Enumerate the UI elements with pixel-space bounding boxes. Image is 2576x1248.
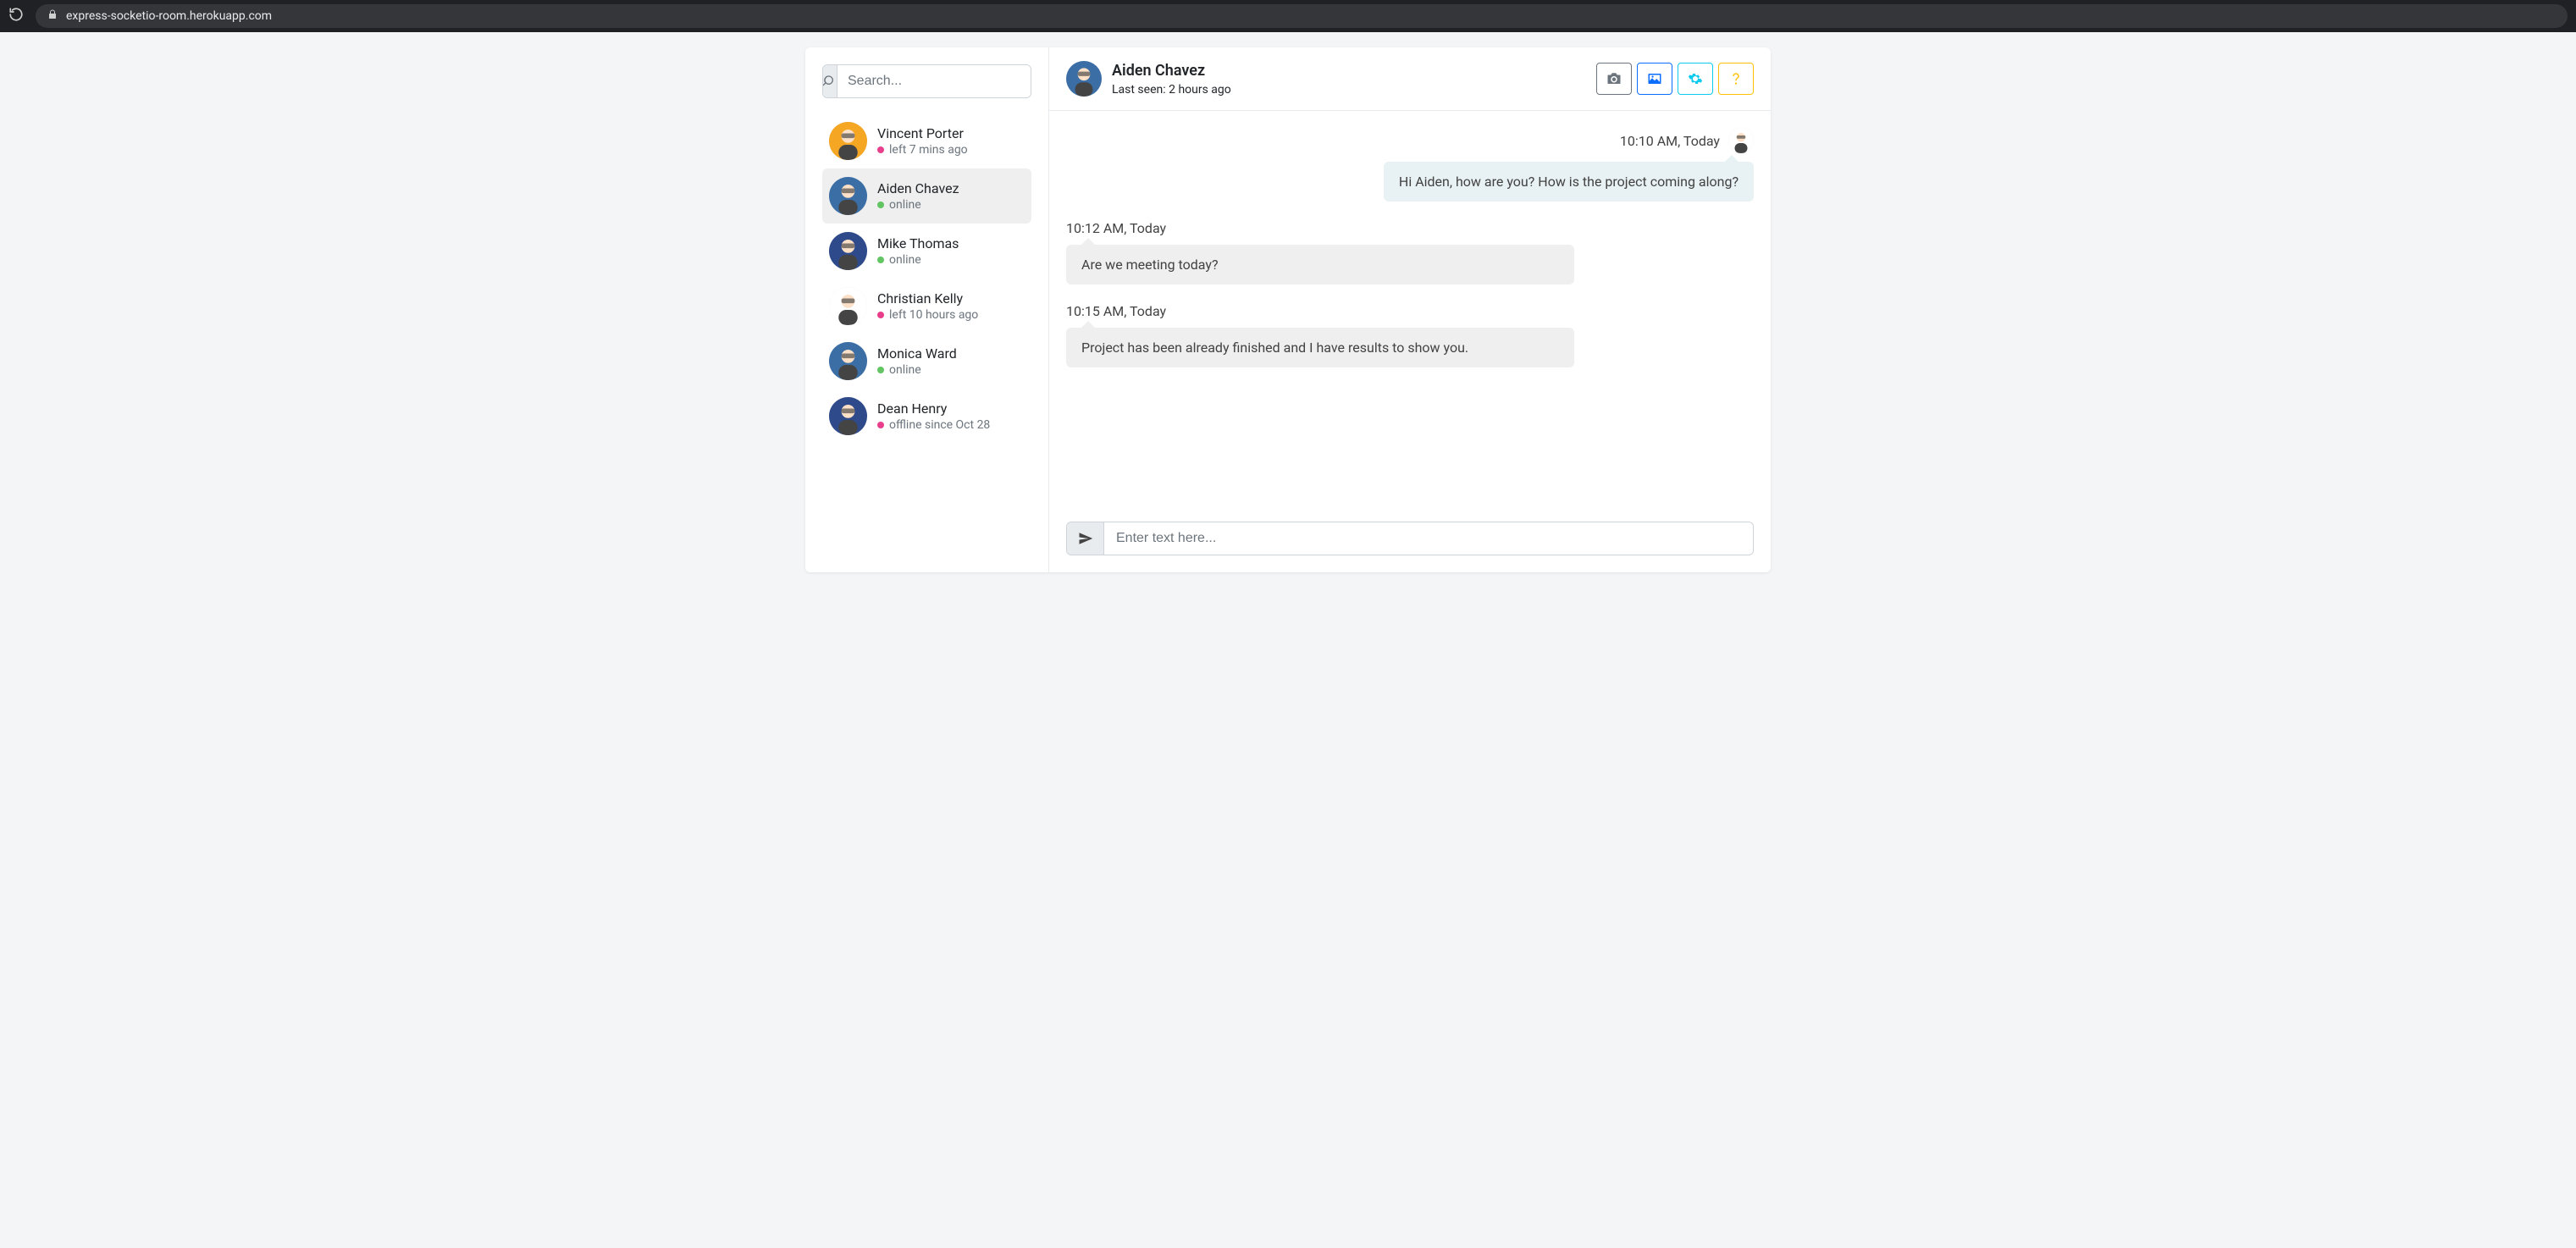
- contact-item[interactable]: Dean Henry offline since Oct 28: [822, 389, 1031, 444]
- status-dot: [877, 202, 884, 208]
- image-button[interactable]: [1637, 63, 1672, 95]
- chat-title: Aiden Chavez: [1112, 62, 1231, 80]
- message-bubble: Project has been already finished and I …: [1066, 328, 1574, 367]
- contact-item[interactable]: Christian Kelly left 10 hours ago: [822, 279, 1031, 334]
- contact-item[interactable]: Monica Ward online: [822, 334, 1031, 389]
- contact-status: online: [877, 363, 1025, 377]
- message-row: 10:10 AM, Today Hi Aiden, how are you? Ho…: [1066, 128, 1754, 202]
- contact-name: Dean Henry: [877, 400, 1025, 417]
- status-dot: [877, 257, 884, 263]
- chat-header: Aiden Chavez Last seen: 2 hours ago: [1049, 47, 1771, 111]
- message-row: 10:15 AM, Today Project has been already …: [1066, 303, 1754, 367]
- chat-subtitle: Last seen: 2 hours ago: [1112, 83, 1231, 97]
- avatar: [829, 232, 867, 270]
- contact-name: Mike Thomas: [877, 235, 1025, 251]
- camera-button[interactable]: [1596, 63, 1632, 95]
- help-button[interactable]: [1718, 63, 1754, 95]
- contact-item[interactable]: Mike Thomas online: [822, 224, 1031, 279]
- address-bar[interactable]: express-socketio-room.herokuapp.com: [36, 4, 2568, 28]
- reload-icon[interactable]: [8, 7, 24, 25]
- status-dot: [877, 422, 884, 428]
- message-bubble: Hi Aiden, how are you? How is the projec…: [1384, 162, 1754, 202]
- search-wrap: [822, 64, 1031, 98]
- contact-name: Monica Ward: [877, 345, 1025, 362]
- message-meta: 10:15 AM, Today: [1066, 303, 1754, 319]
- contact-name: Christian Kelly: [877, 290, 1025, 306]
- search-icon: [823, 65, 837, 97]
- avatar: [829, 177, 867, 215]
- chat-actions: [1596, 63, 1754, 95]
- contact-status: left 7 mins ago: [877, 143, 1025, 157]
- avatar: [1066, 61, 1102, 97]
- settings-button[interactable]: [1678, 63, 1713, 95]
- chat-app: Vincent Porter left 7 mins ago Aiden Cha…: [805, 47, 1771, 572]
- contact-status: online: [877, 253, 1025, 267]
- status-dot: [877, 312, 884, 318]
- contact-item[interactable]: Aiden Chavez online: [822, 168, 1031, 224]
- message-time: 10:10 AM, Today: [1620, 133, 1720, 149]
- contact-list: Vincent Porter left 7 mins ago Aiden Cha…: [822, 113, 1031, 444]
- contact-name: Aiden Chavez: [877, 180, 1025, 196]
- contact-status: offline since Oct 28: [877, 418, 1025, 432]
- avatar: [829, 397, 867, 435]
- status-dot: [877, 367, 884, 373]
- status-dot: [877, 146, 884, 153]
- contact-item[interactable]: Vincent Porter left 7 mins ago: [822, 113, 1031, 168]
- contact-status: left 10 hours ago: [877, 308, 1025, 322]
- message-meta: 10:10 AM, Today: [1620, 128, 1754, 153]
- message-row: 10:12 AM, Today Are we meeting today?: [1066, 220, 1754, 284]
- message-time: 10:15 AM, Today: [1066, 303, 1166, 319]
- message-time: 10:12 AM, Today: [1066, 220, 1166, 236]
- avatar: [829, 342, 867, 380]
- message-meta: 10:12 AM, Today: [1066, 220, 1754, 236]
- lock-icon: [47, 8, 58, 24]
- message-bubble: Are we meeting today?: [1066, 245, 1574, 284]
- browser-bar: express-socketio-room.herokuapp.com: [0, 0, 2576, 32]
- contact-name: Vincent Porter: [877, 125, 1025, 141]
- send-icon[interactable]: [1067, 522, 1104, 555]
- url-text: express-socketio-room.herokuapp.com: [66, 9, 272, 23]
- compose-input[interactable]: [1104, 522, 1753, 555]
- search-input[interactable]: [837, 65, 1031, 97]
- chat-area: Aiden Chavez Last seen: 2 hours ago 10:1…: [1049, 47, 1771, 572]
- chat-body: 10:10 AM, Today Hi Aiden, how are you? Ho…: [1049, 111, 1771, 522]
- contact-status: online: [877, 198, 1025, 212]
- avatar: [1728, 128, 1754, 153]
- sidebar: Vincent Porter left 7 mins ago Aiden Cha…: [805, 47, 1049, 572]
- compose: [1049, 522, 1771, 572]
- avatar: [829, 287, 867, 325]
- avatar: [829, 122, 867, 160]
